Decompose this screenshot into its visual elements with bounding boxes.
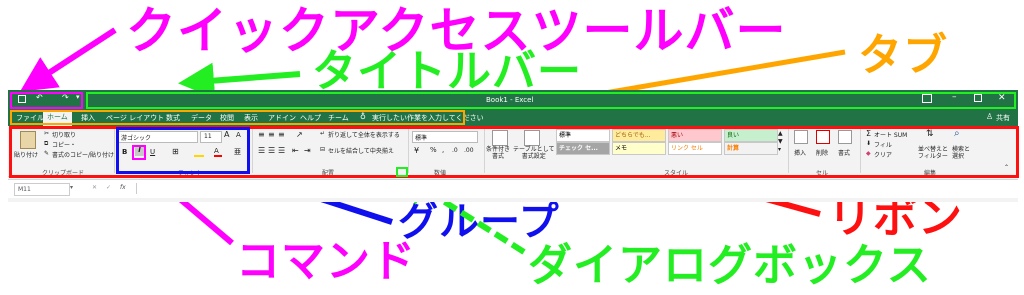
highlight-tabs	[10, 110, 465, 125]
highlight-title-bar	[86, 92, 1016, 109]
highlight-dialog-launcher	[396, 167, 408, 177]
formula-input[interactable]	[136, 183, 1013, 194]
arrow-title-bar	[178, 62, 301, 99]
enter-icon[interactable]: ✓	[106, 184, 111, 191]
arrow-quick-access	[19, 27, 117, 92]
insert-function-button[interactable]: fx	[120, 184, 126, 191]
name-box-dropdown-icon[interactable]: ▾	[70, 184, 73, 191]
highlight-italic-command	[132, 145, 146, 160]
share-button[interactable]: 共有	[996, 113, 1010, 123]
formula-bar: M11 ▾ ✕ ✓ fx	[8, 179, 1018, 198]
cancel-icon[interactable]: ✕	[92, 184, 97, 191]
name-box-value: M11	[18, 186, 31, 193]
share-icon[interactable]: ♙	[986, 112, 993, 121]
name-box[interactable]: M11	[14, 183, 70, 196]
highlight-quick-access	[10, 92, 83, 109]
